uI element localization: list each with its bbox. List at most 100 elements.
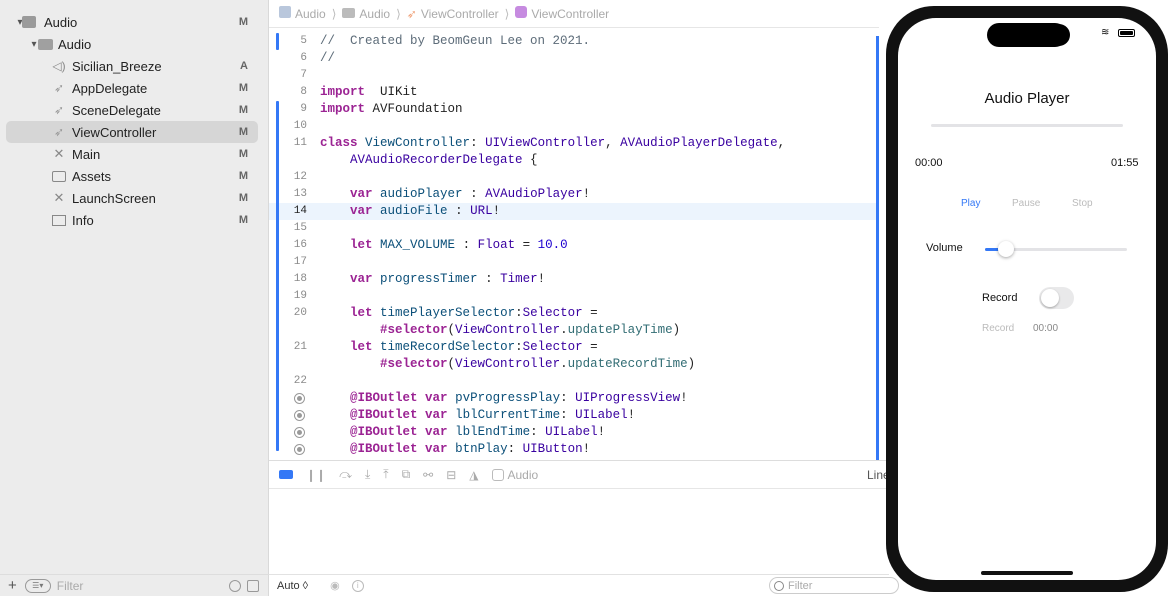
nav-item-audio[interactable]: ▾ Audio M	[6, 11, 258, 33]
code-line[interactable]: 19	[269, 288, 877, 305]
code-line[interactable]: 9 import AVFoundation	[269, 101, 877, 118]
code-line[interactable]: 14 var audioFile : URL!	[269, 203, 877, 220]
nav-item-label: Audio	[58, 36, 92, 52]
line-number: 13	[293, 188, 307, 200]
source-change-bar[interactable]	[276, 101, 279, 451]
breadcrumb-item[interactable]: Audio	[342, 7, 390, 21]
line-number: 22	[293, 375, 307, 387]
filter-icon	[774, 580, 784, 591]
record-button[interactable]: Record	[982, 323, 1014, 334]
outlet-connection-icon[interactable]	[294, 393, 305, 404]
code-text: // Created by BeomGeun Lee on 2021.	[320, 34, 591, 48]
memory-graph-icon[interactable]: ⚯	[423, 468, 433, 482]
breadcrumb-label: ViewController	[420, 6, 499, 21]
nav-item-label: Main	[72, 146, 101, 162]
code-line[interactable]: 11 class ViewController: UIViewController…	[269, 135, 877, 152]
volume-slider[interactable]	[985, 241, 1127, 257]
code-line[interactable]: 15	[269, 220, 877, 237]
source-editor[interactable]: Audio ⟩ Audio ⟩ ➶ ViewController ⟩ ViewControll…	[269, 0, 879, 460]
code-line[interactable]: #selector(ViewController.updateRecordTim…	[269, 356, 877, 373]
project-navigator: ▾ Audio M ▾ Audio ◁) Sicilian_Breeze A ➶ AppDeleg…	[0, 0, 269, 596]
code-line[interactable]: 6 //	[269, 50, 877, 67]
pause-icon[interactable]: ❙❙	[306, 468, 326, 482]
nav-item-viewcontroller[interactable]: ➶ ViewController M	[6, 121, 258, 143]
pause-button[interactable]: Pause	[1012, 198, 1040, 209]
nav-item-label: SceneDelegate	[72, 102, 161, 118]
add-icon[interactable]: +	[8, 577, 17, 594]
camera-dot	[1048, 24, 1070, 46]
debug-target: Audio	[491, 468, 538, 482]
eye-icon[interactable]: ◉	[330, 579, 340, 592]
record-switch[interactable]	[1039, 287, 1074, 309]
source-change-bar[interactable]	[276, 33, 279, 50]
code-line[interactable]: 7	[269, 67, 877, 84]
volume-thumb[interactable]	[997, 241, 1014, 257]
stop-button[interactable]: Stop	[1072, 198, 1093, 209]
info-icon[interactable]: i	[351, 579, 364, 592]
code-line[interactable]: @IBOutlet var pvProgressPlay: UIProgress…	[269, 390, 877, 407]
line-number: 20	[293, 307, 307, 319]
line-number: 5	[300, 35, 307, 47]
simulator-screen: ≋ Audio Player 00:00 01:55 Play Pause St…	[898, 18, 1156, 580]
nav-item-scenedelegate[interactable]: ➶ SceneDelegate M	[6, 99, 258, 121]
recent-files-icon[interactable]	[229, 579, 241, 592]
step-out-icon[interactable]: ⤒	[383, 467, 388, 482]
line-number: 18	[293, 273, 307, 285]
line-number: 16	[293, 239, 307, 251]
breadcrumb-item[interactable]: ➶ ViewController	[407, 7, 499, 21]
nav-item-assets[interactable]: Assets M	[6, 165, 258, 187]
navigator-filter-input[interactable]: Filter	[57, 579, 229, 593]
breadcrumb-item[interactable]: ViewController	[515, 6, 609, 21]
folder-icon	[342, 7, 356, 21]
code-line[interactable]: 12	[269, 169, 877, 186]
code-line[interactable]: 10	[269, 118, 877, 135]
outlet-connection-icon[interactable]	[294, 444, 305, 455]
line-number: 6	[300, 52, 307, 64]
code-line[interactable]: @IBOutlet var lblEndTime: UILabel!	[269, 424, 877, 441]
step-over-icon[interactable]: ⤼	[339, 467, 352, 482]
nav-item-label: ViewController	[72, 124, 157, 140]
code-line[interactable]: 18 var progressTimer : Timer!	[269, 271, 877, 288]
code-line[interactable]: @IBOutlet var lblCurrentTime: UILabel!	[269, 407, 877, 424]
scm-filter-icon[interactable]	[247, 579, 259, 592]
breadcrumb-item[interactable]: Audio	[279, 6, 326, 21]
code-line[interactable]: 22	[269, 373, 877, 390]
swift-icon: ➶	[53, 103, 65, 117]
simulate-location-icon[interactable]: ◮	[469, 468, 478, 482]
volume-label: Volume	[926, 242, 963, 254]
code-line[interactable]: 16 let MAX_VOLUME : Float = 10.0	[269, 237, 877, 254]
nav-item-label: LaunchScreen	[72, 190, 156, 206]
step-into-icon[interactable]: ⤓	[365, 467, 370, 482]
plist-icon	[50, 212, 68, 228]
code-line[interactable]: 13 var audioPlayer : AVAudioPlayer!	[269, 186, 877, 203]
outlet-connection-icon[interactable]	[294, 410, 305, 421]
environment-overrides-icon[interactable]: ⊟	[446, 468, 456, 482]
nav-item-launchscreen[interactable]: ✕ LaunchScreen M	[6, 187, 258, 209]
nav-item-appdelegate[interactable]: ➶ AppDelegate M	[6, 77, 258, 99]
nav-item-audio[interactable]: ▾ Audio	[6, 33, 258, 55]
toggle-console-icon[interactable]	[279, 470, 293, 479]
view-hierarchy-icon[interactable]: ⧉	[402, 467, 411, 482]
record-label: Record	[982, 292, 1018, 304]
nav-item-info[interactable]: Info M	[6, 209, 258, 231]
code-text: class ViewController: UIViewController, …	[320, 136, 786, 150]
nav-item-sicilian_breeze[interactable]: ◁) Sicilian_Breeze A	[6, 55, 258, 77]
console-footer: Auto ◊ ◉ i Filter	[269, 574, 899, 596]
nav-item-main[interactable]: ✕ Main M	[6, 143, 258, 165]
outlet-connection-icon[interactable]	[294, 427, 305, 438]
code-line[interactable]: 5 // Created by BeomGeun Lee on 2021.	[269, 33, 877, 50]
code-line[interactable]: #selector(ViewController.updatePlayTime)	[269, 322, 877, 339]
code-line[interactable]: @IBOutlet var btnPlay: UIButton!	[269, 441, 877, 458]
record-time-label: 00:00	[1033, 323, 1059, 334]
code-line[interactable]: 21 let timeRecordSelector:Selector =	[269, 339, 877, 356]
console-mode-select[interactable]: Auto ◊	[277, 580, 308, 592]
code-line[interactable]: 8 import UIKit	[269, 84, 877, 101]
code-line[interactable]: AVAudioRecorderDelegate {	[269, 152, 877, 169]
console-filter-input[interactable]: Filter	[788, 580, 812, 592]
play-button[interactable]: Play	[961, 198, 980, 209]
code-line[interactable]: 17	[269, 254, 877, 271]
line-number: 10	[293, 120, 307, 132]
code-line[interactable]: 20 let timePlayerSelector:Selector =	[269, 305, 877, 322]
filter-options-icon[interactable]: ☰▾	[24, 578, 51, 593]
console-filter[interactable]: Filter	[769, 577, 899, 594]
